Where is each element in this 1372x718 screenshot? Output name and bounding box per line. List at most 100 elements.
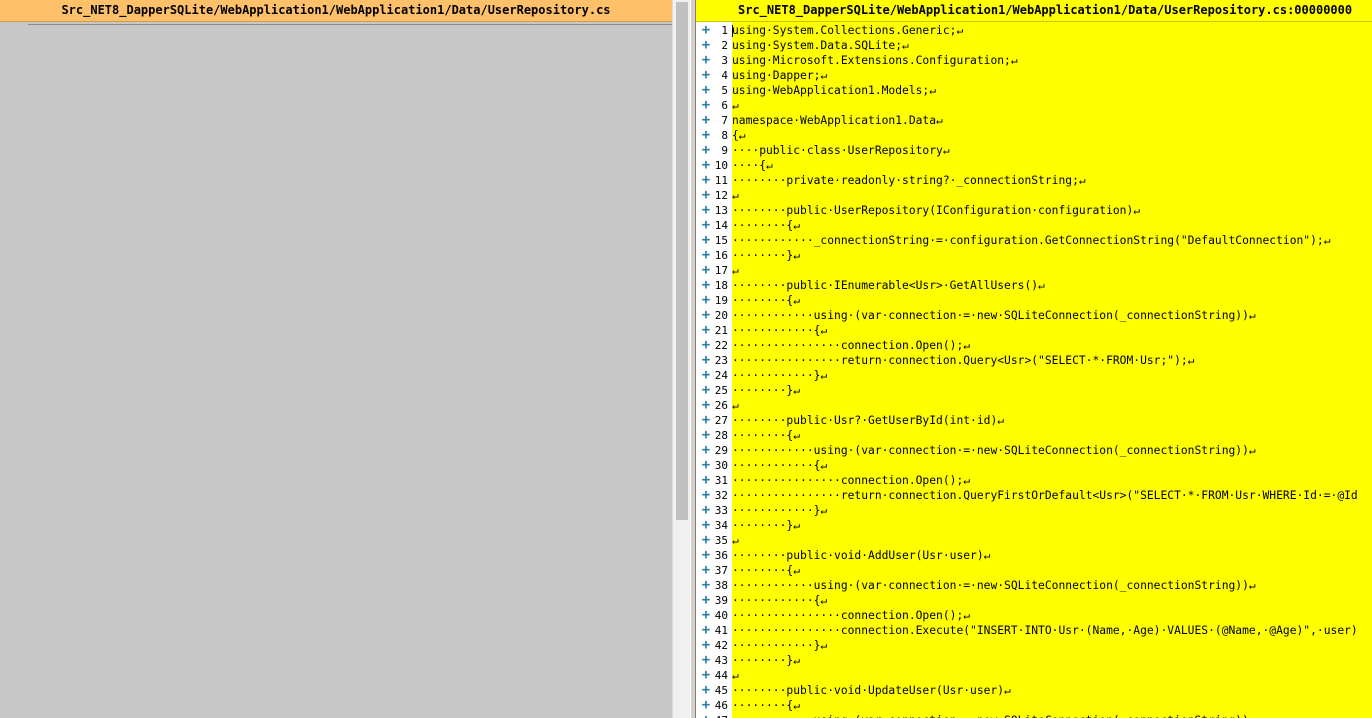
code-line[interactable]: +39 ············{↵ xyxy=(696,593,1372,608)
expand-plus-icon[interactable]: + xyxy=(700,113,712,128)
expand-plus-icon[interactable]: + xyxy=(700,488,712,503)
left-vertical-scrollbar[interactable] xyxy=(672,0,690,718)
expand-plus-icon[interactable]: + xyxy=(700,278,712,293)
expand-plus-icon[interactable]: + xyxy=(700,518,712,533)
code-line[interactable]: +37 ········{↵ xyxy=(696,563,1372,578)
expand-plus-icon[interactable]: + xyxy=(700,233,712,248)
code-line[interactable]: +42 ············}↵ xyxy=(696,638,1372,653)
code-line[interactable]: +31 ················connection.Open();↵ xyxy=(696,473,1372,488)
expand-plus-icon[interactable]: + xyxy=(700,608,712,623)
expand-plus-icon[interactable]: + xyxy=(700,503,712,518)
expand-plus-icon[interactable]: + xyxy=(700,698,712,713)
code-line[interactable]: +11 ········private·readonly·string?·_con… xyxy=(696,173,1372,188)
expand-plus-icon[interactable]: + xyxy=(700,173,712,188)
code-line[interactable]: +14 ········{↵ xyxy=(696,218,1372,233)
expand-plus-icon[interactable]: + xyxy=(700,218,712,233)
code-line[interactable]: +18 ········public·IEnumerable<Usr>·GetAl… xyxy=(696,278,1372,293)
code-line[interactable]: +6 ↵ xyxy=(696,98,1372,113)
code-line[interactable]: +16 ········}↵ xyxy=(696,248,1372,263)
code-line[interactable]: +17 ↵ xyxy=(696,263,1372,278)
expand-plus-icon[interactable]: + xyxy=(700,248,712,263)
expand-plus-icon[interactable]: + xyxy=(700,473,712,488)
expand-plus-icon[interactable]: + xyxy=(700,293,712,308)
expand-plus-icon[interactable]: + xyxy=(700,53,712,68)
expand-plus-icon[interactable]: + xyxy=(700,83,712,98)
expand-plus-icon[interactable]: + xyxy=(700,428,712,443)
code-line[interactable]: +23 ················return·connection.Que… xyxy=(696,353,1372,368)
expand-plus-icon[interactable]: + xyxy=(700,593,712,608)
code-line[interactable]: +9 ····public·class·UserRepository↵ xyxy=(696,143,1372,158)
expand-plus-icon[interactable]: + xyxy=(700,548,712,563)
expand-plus-icon[interactable]: + xyxy=(700,383,712,398)
expand-plus-icon[interactable]: + xyxy=(700,68,712,83)
code-line[interactable]: +22 ················connection.Open();↵ xyxy=(696,338,1372,353)
expand-plus-icon[interactable]: + xyxy=(700,533,712,548)
code-line[interactable]: +41 ················connection.Execute("I… xyxy=(696,623,1372,638)
code-line[interactable]: +34 ········}↵ xyxy=(696,518,1372,533)
expand-plus-icon[interactable]: + xyxy=(700,443,712,458)
code-line[interactable]: +27 ········public·Usr?·GetUserById(int·i… xyxy=(696,413,1372,428)
right-file-title-bar[interactable]: Src_NET8_DapperSQLite/WebApplication1/We… xyxy=(696,0,1372,22)
expand-plus-icon[interactable]: + xyxy=(700,578,712,593)
expand-plus-icon[interactable]: + xyxy=(700,638,712,653)
expand-plus-icon[interactable]: + xyxy=(700,158,712,173)
expand-plus-icon[interactable]: + xyxy=(700,713,712,718)
expand-plus-icon[interactable]: + xyxy=(700,653,712,668)
code-line[interactable]: +32 ················return·connection.Que… xyxy=(696,488,1372,503)
scrollbar-thumb[interactable] xyxy=(676,2,688,520)
code-line[interactable]: +8 {↵ xyxy=(696,128,1372,143)
expand-plus-icon[interactable]: + xyxy=(700,308,712,323)
code-line[interactable]: +44 ↵ xyxy=(696,668,1372,683)
code-line[interactable]: +7 namespace·WebApplication1.Data↵ xyxy=(696,113,1372,128)
expand-plus-icon[interactable]: + xyxy=(700,668,712,683)
code-line[interactable]: +25 ········}↵ xyxy=(696,383,1372,398)
code-line[interactable]: +15 ············_connectionString·=·confi… xyxy=(696,233,1372,248)
code-line[interactable]: +46 ········{↵ xyxy=(696,698,1372,713)
code-line[interactable]: +33 ············}↵ xyxy=(696,503,1372,518)
expand-plus-icon[interactable]: + xyxy=(700,143,712,158)
expand-plus-icon[interactable]: + xyxy=(700,368,712,383)
code-line[interactable]: +29 ············using·(var·connection·=·n… xyxy=(696,443,1372,458)
code-line[interactable]: +43 ········}↵ xyxy=(696,653,1372,668)
expand-plus-icon[interactable]: + xyxy=(700,38,712,53)
expand-plus-icon[interactable]: + xyxy=(700,203,712,218)
expand-plus-icon[interactable]: + xyxy=(700,128,712,143)
code-line[interactable]: +3 using·Microsoft.Extensions.Configurati… xyxy=(696,53,1372,68)
code-line[interactable]: +24 ············}↵ xyxy=(696,368,1372,383)
code-line[interactable]: +30 ············{↵ xyxy=(696,458,1372,473)
code-line[interactable]: +21 ············{↵ xyxy=(696,323,1372,338)
expand-plus-icon[interactable]: + xyxy=(700,23,712,38)
code-line[interactable]: +10 ····{↵ xyxy=(696,158,1372,173)
code-view[interactable]: +1 using·System.Collections.Generic;↵ +2 us… xyxy=(696,23,1372,718)
code-line[interactable]: +26 ↵ xyxy=(696,398,1372,413)
code-line[interactable]: +5 using·WebApplication1.Models;↵ xyxy=(696,83,1372,98)
code-line[interactable]: +40 ················connection.Open();↵ xyxy=(696,608,1372,623)
expand-plus-icon[interactable]: + xyxy=(700,188,712,203)
code-line[interactable]: +36 ········public·void·AddUser(Usr·user)… xyxy=(696,548,1372,563)
code-line[interactable]: +2 using·System.Data.SQLite;↵ xyxy=(696,38,1372,53)
code-line[interactable]: +1 using·System.Collections.Generic;↵ xyxy=(696,23,1372,38)
expand-plus-icon[interactable]: + xyxy=(700,323,712,338)
expand-plus-icon[interactable]: + xyxy=(700,353,712,368)
expand-plus-icon[interactable]: + xyxy=(700,413,712,428)
expand-plus-icon[interactable]: + xyxy=(700,338,712,353)
expand-plus-icon[interactable]: + xyxy=(700,98,712,113)
expand-plus-icon[interactable]: + xyxy=(700,683,712,698)
code-line[interactable]: +45 ········public·void·UpdateUser(Usr·us… xyxy=(696,683,1372,698)
code-line[interactable]: +28 ········{↵ xyxy=(696,428,1372,443)
code-line[interactable]: +47 ············using·(var·connection·=·n… xyxy=(696,713,1372,718)
code-line[interactable]: +19 ········{↵ xyxy=(696,293,1372,308)
code-line[interactable]: +13 ········public·UserRepository(IConfig… xyxy=(696,203,1372,218)
expand-plus-icon[interactable]: + xyxy=(700,398,712,413)
expand-plus-icon[interactable]: + xyxy=(700,623,712,638)
expand-plus-icon[interactable]: + xyxy=(700,563,712,578)
left-file-title-bar[interactable]: Src_NET8_DapperSQLite/WebApplication1/We… xyxy=(0,0,672,22)
code-line[interactable]: +38 ············using·(var·connection·=·n… xyxy=(696,578,1372,593)
code-line[interactable]: +20 ············using·(var·connection·=·n… xyxy=(696,308,1372,323)
code-line[interactable]: +12 ↵ xyxy=(696,188,1372,203)
expand-plus-icon[interactable]: + xyxy=(700,458,712,473)
expand-plus-icon[interactable]: + xyxy=(700,263,712,278)
code-line[interactable]: +35 ↵ xyxy=(696,533,1372,548)
line-number: 9 xyxy=(721,144,728,157)
code-line[interactable]: +4 using·Dapper;↵ xyxy=(696,68,1372,83)
